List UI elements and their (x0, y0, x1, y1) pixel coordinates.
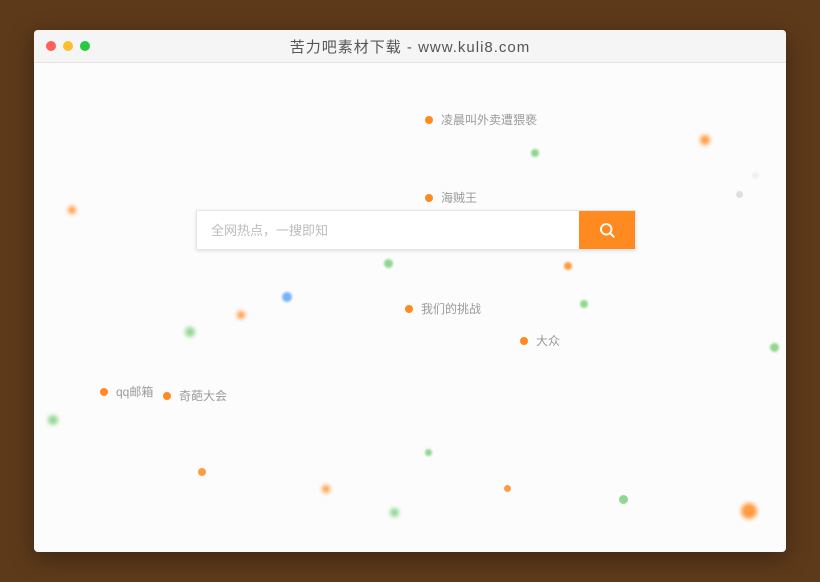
hot-tag[interactable]: 我们的挑战 (405, 300, 481, 317)
floating-dot (282, 292, 292, 302)
dot-icon (405, 305, 413, 313)
floating-dot (700, 135, 710, 145)
hot-tag[interactable]: 海贼王 (425, 189, 477, 206)
floating-dot (68, 206, 76, 214)
dot-icon (425, 116, 433, 124)
dot-icon (425, 194, 433, 202)
floating-dot (390, 508, 399, 517)
floating-dot (198, 468, 206, 476)
floating-dot (770, 343, 779, 352)
dot-icon (520, 337, 528, 345)
browser-window: 苦力吧素材下载 - www.kuli8.com 凌晨叫外卖遭猥亵海贼王我们的挑战… (34, 30, 786, 552)
floating-dot (619, 495, 628, 504)
floating-dot (580, 300, 588, 308)
floating-dot (531, 149, 539, 157)
search-input[interactable] (197, 211, 579, 249)
floating-dot (185, 327, 195, 337)
hot-tag-label: 大众 (536, 332, 560, 349)
search-button[interactable] (579, 211, 635, 249)
floating-dot (564, 262, 572, 270)
content-area: 凌晨叫外卖遭猥亵海贼王我们的挑战大众 qq邮箱 奇葩大会 (34, 63, 786, 552)
window-title: 苦力吧素材下载 - www.kuli8.com (34, 36, 786, 57)
hot-tag-label: 我们的挑战 (421, 300, 481, 317)
dot-icon (163, 392, 171, 400)
hot-tag-label: 奇葩大会 (179, 387, 227, 404)
floating-dot (322, 485, 330, 493)
hot-tag-label: 凌晨叫外卖遭猥亵 (441, 111, 537, 128)
floating-dot (504, 485, 511, 492)
hot-tag[interactable]: qq邮箱 (100, 383, 153, 400)
search-bar (196, 210, 636, 250)
hot-tag[interactable]: 凌晨叫外卖遭猥亵 (425, 111, 537, 128)
search-icon (598, 221, 616, 239)
hot-tag-label: 海贼王 (441, 189, 477, 206)
floating-dot (736, 191, 743, 198)
hot-tag[interactable]: 大众 (520, 332, 560, 349)
hot-tag-label: qq邮箱 (116, 383, 153, 400)
floating-dot (752, 172, 759, 179)
floating-dot (48, 415, 58, 425)
dot-icon (100, 388, 108, 396)
titlebar: 苦力吧素材下载 - www.kuli8.com (34, 30, 786, 63)
floating-dot (237, 311, 245, 319)
hot-tag[interactable]: 奇葩大会 (163, 387, 227, 404)
floating-dot (425, 449, 432, 456)
floating-dot (741, 503, 757, 519)
floating-dot (384, 259, 393, 268)
